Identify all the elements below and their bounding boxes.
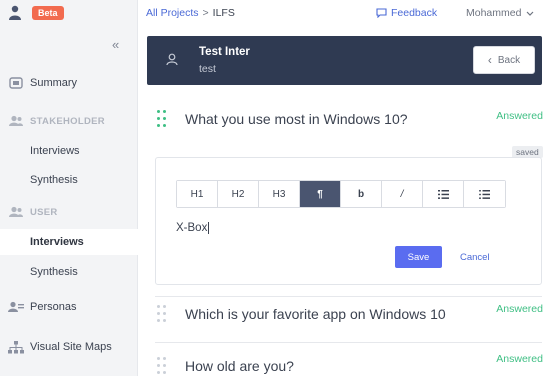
drag-handle-icon[interactable] [157, 110, 167, 128]
breadcrumb-all-projects[interactable]: All Projects [146, 7, 199, 19]
sidebar: Beta « Summary STAKEHOLDER Interviews Sy… [0, 0, 138, 376]
sidebar-section-user: USER [0, 205, 138, 219]
interview-subtitle: test [199, 63, 216, 75]
user-menu[interactable]: Mohammed [466, 7, 534, 19]
summary-icon [8, 76, 24, 90]
drag-handle-icon[interactable] [157, 305, 167, 323]
status-badge: Answered [496, 353, 543, 365]
breadcrumb: All Projects > ILFS [146, 7, 235, 19]
sidebar-item-stakeholder-interviews[interactable]: Interviews [0, 143, 138, 159]
sidebar-section-label: STAKEHOLDER [30, 115, 105, 127]
top-bar: All Projects > ILFS Feedback Mohammed [138, 0, 550, 26]
interview-title: Test Inter [199, 46, 250, 58]
chevron-down-icon [526, 11, 534, 16]
editor-toolbar: H1 H2 H3 ¶ b / [176, 180, 506, 208]
status-badge: Answered [496, 110, 543, 122]
sidebar-section-stakeholder: STAKEHOLDER [0, 114, 138, 128]
back-label: Back [497, 54, 521, 66]
breadcrumb-current: ILFS [212, 7, 235, 19]
heading3-button[interactable]: H3 [259, 181, 300, 207]
divider [155, 342, 542, 343]
breadcrumb-separator: > [202, 7, 209, 19]
question-text: How old are you? [185, 358, 294, 374]
sidebar-item-personas[interactable]: Personas [0, 298, 138, 316]
sidebar-item-stakeholder-synthesis[interactable]: Synthesis [0, 172, 138, 188]
collapse-sidebar-icon[interactable]: « [112, 37, 119, 52]
app-logo-icon[interactable] [8, 5, 22, 21]
question-row[interactable]: What you use most in Windows 10? Answere… [155, 108, 545, 130]
question-text: What you use most in Windows 10? [185, 111, 408, 127]
beta-badge: Beta [32, 6, 64, 20]
status-badge: Answered [496, 303, 543, 315]
list-bulleted-icon [479, 189, 490, 199]
sidebar-section-label: USER [30, 206, 58, 218]
paragraph-button[interactable]: ¶ [300, 181, 341, 207]
feedback-link[interactable]: Feedback [376, 7, 437, 19]
sidebar-item-label: Synthesis [30, 266, 78, 278]
italic-button[interactable]: / [382, 181, 423, 207]
answer-value: X-Box [176, 222, 208, 235]
answer-text-area[interactable]: X-Box [176, 222, 210, 235]
bulleted-list-button[interactable] [464, 181, 505, 207]
heading1-button[interactable]: H1 [177, 181, 218, 207]
sidebar-item-visual-site-maps[interactable]: Visual Site Maps [0, 338, 138, 356]
personas-icon [8, 300, 24, 314]
cancel-button[interactable]: Cancel [460, 252, 490, 263]
heading2-button[interactable]: H2 [218, 181, 259, 207]
divider [155, 296, 542, 297]
sidebar-item-label: Summary [30, 77, 78, 89]
chat-icon [376, 8, 387, 18]
chevron-left-icon: ‹ [487, 53, 492, 67]
drag-handle-icon[interactable] [157, 357, 167, 375]
feedback-label: Feedback [391, 7, 438, 19]
question-row[interactable]: How old are you? Answered [155, 353, 545, 376]
answer-editor: H1 H2 H3 ¶ b / X-Box Save Cancel [155, 157, 542, 285]
sidebar-item-label: Interviews [30, 236, 84, 248]
bold-button[interactable]: b [341, 181, 382, 207]
save-button[interactable]: Save [395, 246, 442, 268]
sidebar-item-summary[interactable]: Summary [0, 74, 138, 92]
sidebar-item-label: Interviews [30, 145, 80, 157]
sidebar-item-label: Personas [30, 301, 77, 313]
question-row[interactable]: Which is your favorite app on Windows 10… [155, 303, 545, 325]
sidebar-item-user-interviews[interactable]: Interviews [0, 229, 138, 255]
text-caret [208, 222, 210, 234]
sitemap-icon [8, 340, 24, 354]
sidebar-item-user-synthesis[interactable]: Synthesis [0, 264, 138, 280]
users-icon [8, 205, 24, 219]
user-name: Mohammed [466, 7, 522, 19]
back-button[interactable]: ‹ Back [473, 46, 535, 74]
list-ordered-icon [437, 189, 449, 199]
logo-row: Beta [0, 0, 138, 26]
question-text: Which is your favorite app on Windows 10 [185, 306, 446, 322]
interview-header: Test Inter test ‹ Back [147, 36, 542, 85]
sidebar-item-label: Synthesis [30, 174, 78, 186]
person-icon [166, 53, 178, 69]
ordered-list-button[interactable] [423, 181, 464, 207]
users-icon [8, 114, 24, 128]
sidebar-item-label: Visual Site Maps [30, 341, 112, 353]
